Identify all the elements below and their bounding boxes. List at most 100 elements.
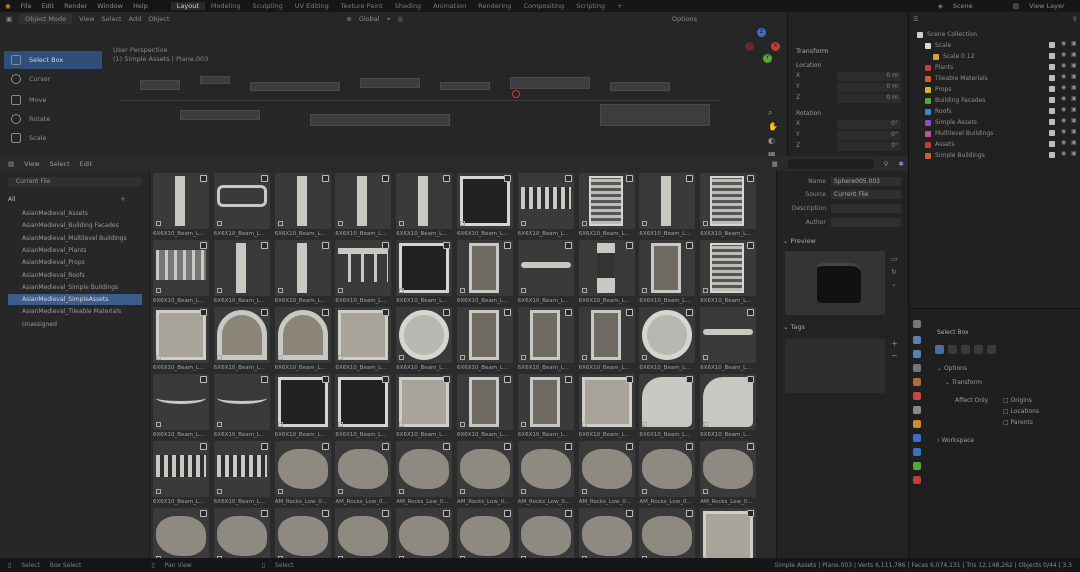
exclude-checkbox[interactable] (1049, 53, 1055, 59)
exclude-checkbox[interactable] (1049, 42, 1055, 48)
render-camera-icon[interactable]: ▣ (1071, 117, 1077, 124)
visibility-eye-icon[interactable]: ◉ (1061, 106, 1066, 113)
asset-tile[interactable] (274, 508, 331, 558)
asset-tile[interactable] (578, 374, 635, 430)
viewport-menu-select[interactable]: Select (102, 15, 122, 23)
gizmo-z-icon[interactable]: Z (757, 28, 766, 37)
asset-tile[interactable] (213, 240, 270, 296)
asset-mark-icon[interactable] (564, 443, 572, 450)
asset-mark-icon[interactable] (686, 175, 694, 182)
preview-title[interactable]: ⌄ Preview (783, 237, 893, 245)
asset-tile[interactable] (396, 374, 453, 430)
camera-icon[interactable]: ◐ (768, 136, 775, 145)
mode-extend-icon[interactable] (948, 345, 957, 354)
asset-mark-icon[interactable] (200, 376, 207, 383)
remove-tag-icon[interactable]: − (891, 351, 898, 360)
asset-mark-icon[interactable] (382, 510, 390, 517)
exclude-checkbox[interactable] (1049, 141, 1055, 147)
asset-tile[interactable] (639, 374, 696, 430)
catalog-item[interactable]: Unassigned (8, 319, 142, 330)
asset-mark-icon[interactable] (625, 175, 633, 182)
asset-mark-icon[interactable] (686, 242, 694, 249)
asset-tile[interactable] (639, 240, 696, 296)
settings-icon[interactable]: ✱ (899, 160, 904, 168)
visibility-eye-icon[interactable]: ◉ (1061, 117, 1066, 124)
asset-tile[interactable] (335, 240, 392, 296)
asset-tile[interactable] (396, 173, 453, 229)
asset-tile[interactable] (396, 508, 453, 558)
tool-cursor[interactable]: Cursor (4, 70, 102, 88)
asset-mark-icon[interactable] (382, 175, 390, 182)
author-field[interactable] (831, 218, 901, 227)
material-tab-icon[interactable] (913, 476, 921, 484)
filter-icon[interactable]: ⚲ (884, 160, 889, 168)
filter-icon[interactable]: ⚲ (1073, 16, 1077, 26)
affect-origins-checkbox[interactable]: □ Origins (1003, 397, 1032, 404)
catalog-item[interactable]: AsianMedieval_Simple Buildings (8, 282, 142, 293)
exclude-checkbox[interactable] (1049, 75, 1055, 81)
outliner-row[interactable]: Scale ◉ ▣ (909, 40, 1080, 51)
mode-intersect-icon[interactable] (987, 345, 996, 354)
asset-tile[interactable] (213, 307, 270, 363)
visibility-eye-icon[interactable]: ◉ (1061, 95, 1066, 102)
transform-subpanel-title[interactable]: ⌄ Transform (945, 379, 982, 386)
visibility-eye-icon[interactable]: ◉ (1061, 128, 1066, 135)
view-layer-tab-icon[interactable] (913, 364, 921, 372)
outliner-row[interactable]: Plants ◉ ▣ (909, 62, 1080, 73)
catalog-item[interactable]: AsianMedieval_Tileable Materials (8, 306, 142, 317)
asset-mark-icon[interactable] (321, 376, 329, 383)
asset-tile[interactable] (639, 307, 696, 363)
asset-mark-icon[interactable] (504, 175, 511, 182)
visibility-eye-icon[interactable]: ◉ (1061, 62, 1066, 69)
workspace-tab-uv-editing[interactable]: UV Editing (289, 2, 335, 10)
asset-tile[interactable] (274, 240, 331, 296)
blender-logo-icon[interactable]: ◉ (0, 2, 16, 10)
asset-tile[interactable] (578, 240, 635, 296)
asset-tile[interactable] (153, 508, 209, 558)
tags-list[interactable] (785, 339, 885, 393)
asset-tile[interactable] (700, 173, 757, 229)
rotation-z-field[interactable]: 0° (837, 142, 901, 151)
asset-mark-icon[interactable] (200, 309, 207, 316)
asset-menu-edit[interactable]: Edit (80, 160, 93, 168)
asset-mark-icon[interactable] (321, 309, 329, 316)
mode-invert-icon[interactable] (974, 345, 983, 354)
workspace-tab-modeling[interactable]: Modeling (205, 2, 247, 10)
add-tag-icon[interactable]: + (891, 339, 898, 348)
workspace-tab-texture-paint[interactable]: Texture Paint (335, 2, 389, 10)
outliner-row[interactable]: Assets ◉ ▣ (909, 139, 1080, 150)
asset-tile[interactable] (213, 374, 270, 430)
outliner-row[interactable]: Scale 0.12 ◉ ▣ (909, 51, 1080, 62)
menu-render[interactable]: Render (59, 2, 92, 10)
catalog-item[interactable]: AsianMedieval_Plants (8, 245, 142, 256)
asset-menu-view[interactable]: View (24, 160, 39, 168)
viewport-options[interactable]: Options (672, 15, 697, 23)
asset-mark-icon[interactable] (686, 309, 694, 316)
asset-tile[interactable] (578, 441, 635, 497)
asset-tile[interactable] (700, 374, 757, 430)
outliner-row[interactable]: Multilevel Buildings ◉ ▣ (909, 128, 1080, 139)
outliner-row[interactable]: Tileable Materials ◉ ▣ (909, 73, 1080, 84)
world-tab-icon[interactable] (913, 392, 921, 400)
asset-mark-icon[interactable] (443, 242, 451, 249)
asset-mark-icon[interactable] (200, 242, 207, 249)
navigation-gizmo[interactable]: Z X Y ⌕ ✋ ◐ ▦ (737, 24, 785, 156)
asset-mark-icon[interactable] (686, 510, 694, 517)
asset-mark-icon[interactable] (747, 175, 755, 182)
preview-dropdown-icon[interactable]: ⌄ (891, 280, 897, 288)
asset-mark-icon[interactable] (504, 510, 511, 517)
asset-mark-icon[interactable] (625, 510, 633, 517)
asset-tile[interactable] (700, 307, 757, 363)
asset-mark-icon[interactable] (200, 175, 207, 182)
asset-search-input[interactable] (787, 158, 874, 169)
asset-mark-icon[interactable] (686, 376, 694, 383)
asset-mark-icon[interactable] (321, 242, 329, 249)
asset-mark-icon[interactable] (260, 175, 268, 182)
asset-mark-icon[interactable] (504, 309, 511, 316)
asset-tile[interactable] (213, 508, 270, 558)
exclude-checkbox[interactable] (1049, 86, 1055, 92)
render-camera-icon[interactable]: ▣ (1071, 62, 1077, 69)
asset-mark-icon[interactable] (321, 443, 329, 450)
render-camera-icon[interactable]: ▣ (1071, 73, 1077, 80)
asset-tile[interactable] (457, 441, 513, 497)
